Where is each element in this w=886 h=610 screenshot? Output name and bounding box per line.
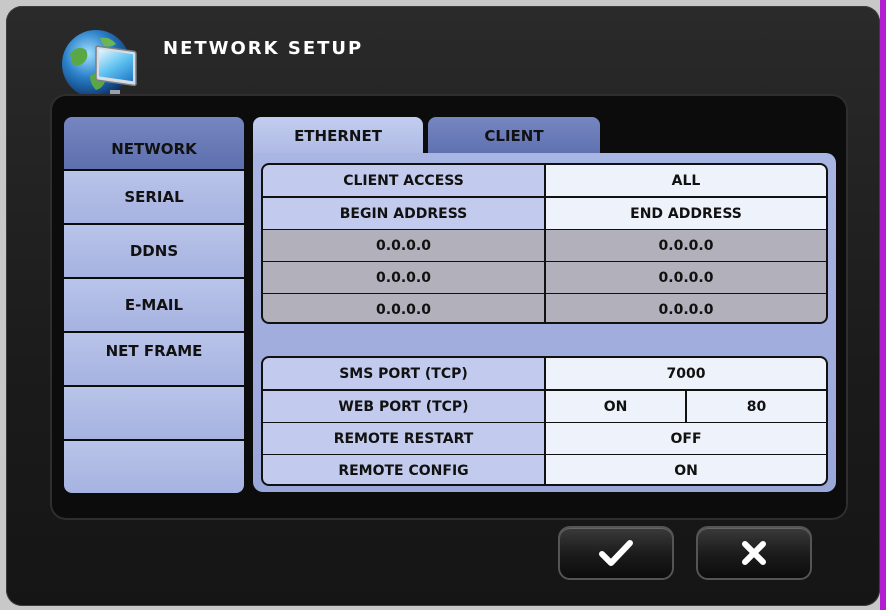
web-port-field[interactable]: 80 bbox=[687, 391, 826, 422]
begin-address-field[interactable]: 0.0.0.0 bbox=[263, 230, 544, 261]
sms-port-label: SMS PORT (TCP) bbox=[263, 358, 544, 389]
sidebar-item-ddns[interactable]: DDNS bbox=[64, 225, 244, 277]
table-row: REMOTE CONFIG ON bbox=[263, 455, 826, 484]
sidebar-item-label: DDNS bbox=[129, 242, 179, 260]
web-port-label: WEB PORT (TCP) bbox=[263, 391, 544, 422]
sidebar-item-empty-2 bbox=[64, 441, 244, 493]
sidebar-item-label: SERIAL bbox=[124, 188, 184, 206]
sidebar-item-label: NET FRAME bbox=[105, 342, 203, 360]
web-port-toggle[interactable]: ON bbox=[546, 391, 685, 422]
cancel-button[interactable] bbox=[698, 528, 810, 578]
dialog-title: NETWORK SETUP bbox=[163, 38, 364, 59]
end-address-header: END ADDRESS bbox=[546, 198, 826, 229]
tab-label: ETHERNET bbox=[294, 127, 382, 145]
table-row: WEB PORT (TCP) ON 80 bbox=[263, 391, 826, 422]
sidebar-item-empty-1 bbox=[64, 387, 244, 439]
sidebar-item-network[interactable]: NETWORK bbox=[64, 117, 244, 169]
end-address-field[interactable]: 0.0.0.0 bbox=[546, 230, 826, 261]
client-access-table: CLIENT ACCESS ALL BEGIN ADDRESS END ADDR… bbox=[261, 163, 828, 324]
port-settings-table: SMS PORT (TCP) 7000 WEB PORT (TCP) ON 80… bbox=[261, 356, 828, 486]
client-access-value[interactable]: ALL bbox=[546, 165, 826, 196]
tab-label: CLIENT bbox=[484, 127, 544, 145]
table-row: 0.0.0.0 0.0.0.0 bbox=[263, 230, 826, 261]
checkmark-icon bbox=[599, 540, 633, 566]
table-row: SMS PORT (TCP) 7000 bbox=[263, 358, 826, 389]
remote-restart-toggle[interactable]: OFF bbox=[546, 423, 826, 454]
table-row: 0.0.0.0 0.0.0.0 bbox=[263, 262, 826, 293]
remote-config-label: REMOTE CONFIG bbox=[263, 455, 544, 484]
begin-address-header: BEGIN ADDRESS bbox=[263, 198, 544, 229]
begin-address-field[interactable]: 0.0.0.0 bbox=[263, 294, 544, 322]
table-row: REMOTE RESTART OFF bbox=[263, 423, 826, 454]
sidebar: NETWORK SERIAL DDNS E-MAIL NET FRAME bbox=[64, 117, 244, 493]
begin-address-field[interactable]: 0.0.0.0 bbox=[263, 262, 544, 293]
sidebar-item-email[interactable]: E-MAIL bbox=[64, 279, 244, 331]
tab-client[interactable]: CLIENT bbox=[428, 117, 600, 155]
table-row: CLIENT ACCESS ALL bbox=[263, 165, 826, 196]
window-edge-accent bbox=[880, 0, 886, 610]
sidebar-item-serial[interactable]: SERIAL bbox=[64, 171, 244, 223]
ok-button[interactable] bbox=[560, 528, 672, 578]
remote-restart-label: REMOTE RESTART bbox=[263, 423, 544, 454]
table-row: BEGIN ADDRESS END ADDRESS bbox=[263, 198, 826, 229]
sms-port-field[interactable]: 7000 bbox=[546, 358, 826, 389]
sidebar-item-label: E-MAIL bbox=[124, 296, 184, 314]
table-row: 0.0.0.0 0.0.0.0 bbox=[263, 294, 826, 322]
sidebar-item-net-frame[interactable]: NET FRAME bbox=[64, 333, 244, 385]
end-address-field[interactable]: 0.0.0.0 bbox=[546, 262, 826, 293]
remote-config-toggle[interactable]: ON bbox=[546, 455, 826, 484]
end-address-field[interactable]: 0.0.0.0 bbox=[546, 294, 826, 322]
sidebar-item-label: NETWORK bbox=[111, 140, 197, 158]
close-icon bbox=[742, 541, 766, 565]
tab-ethernet[interactable]: ETHERNET bbox=[253, 117, 423, 155]
client-access-label: CLIENT ACCESS bbox=[263, 165, 544, 196]
